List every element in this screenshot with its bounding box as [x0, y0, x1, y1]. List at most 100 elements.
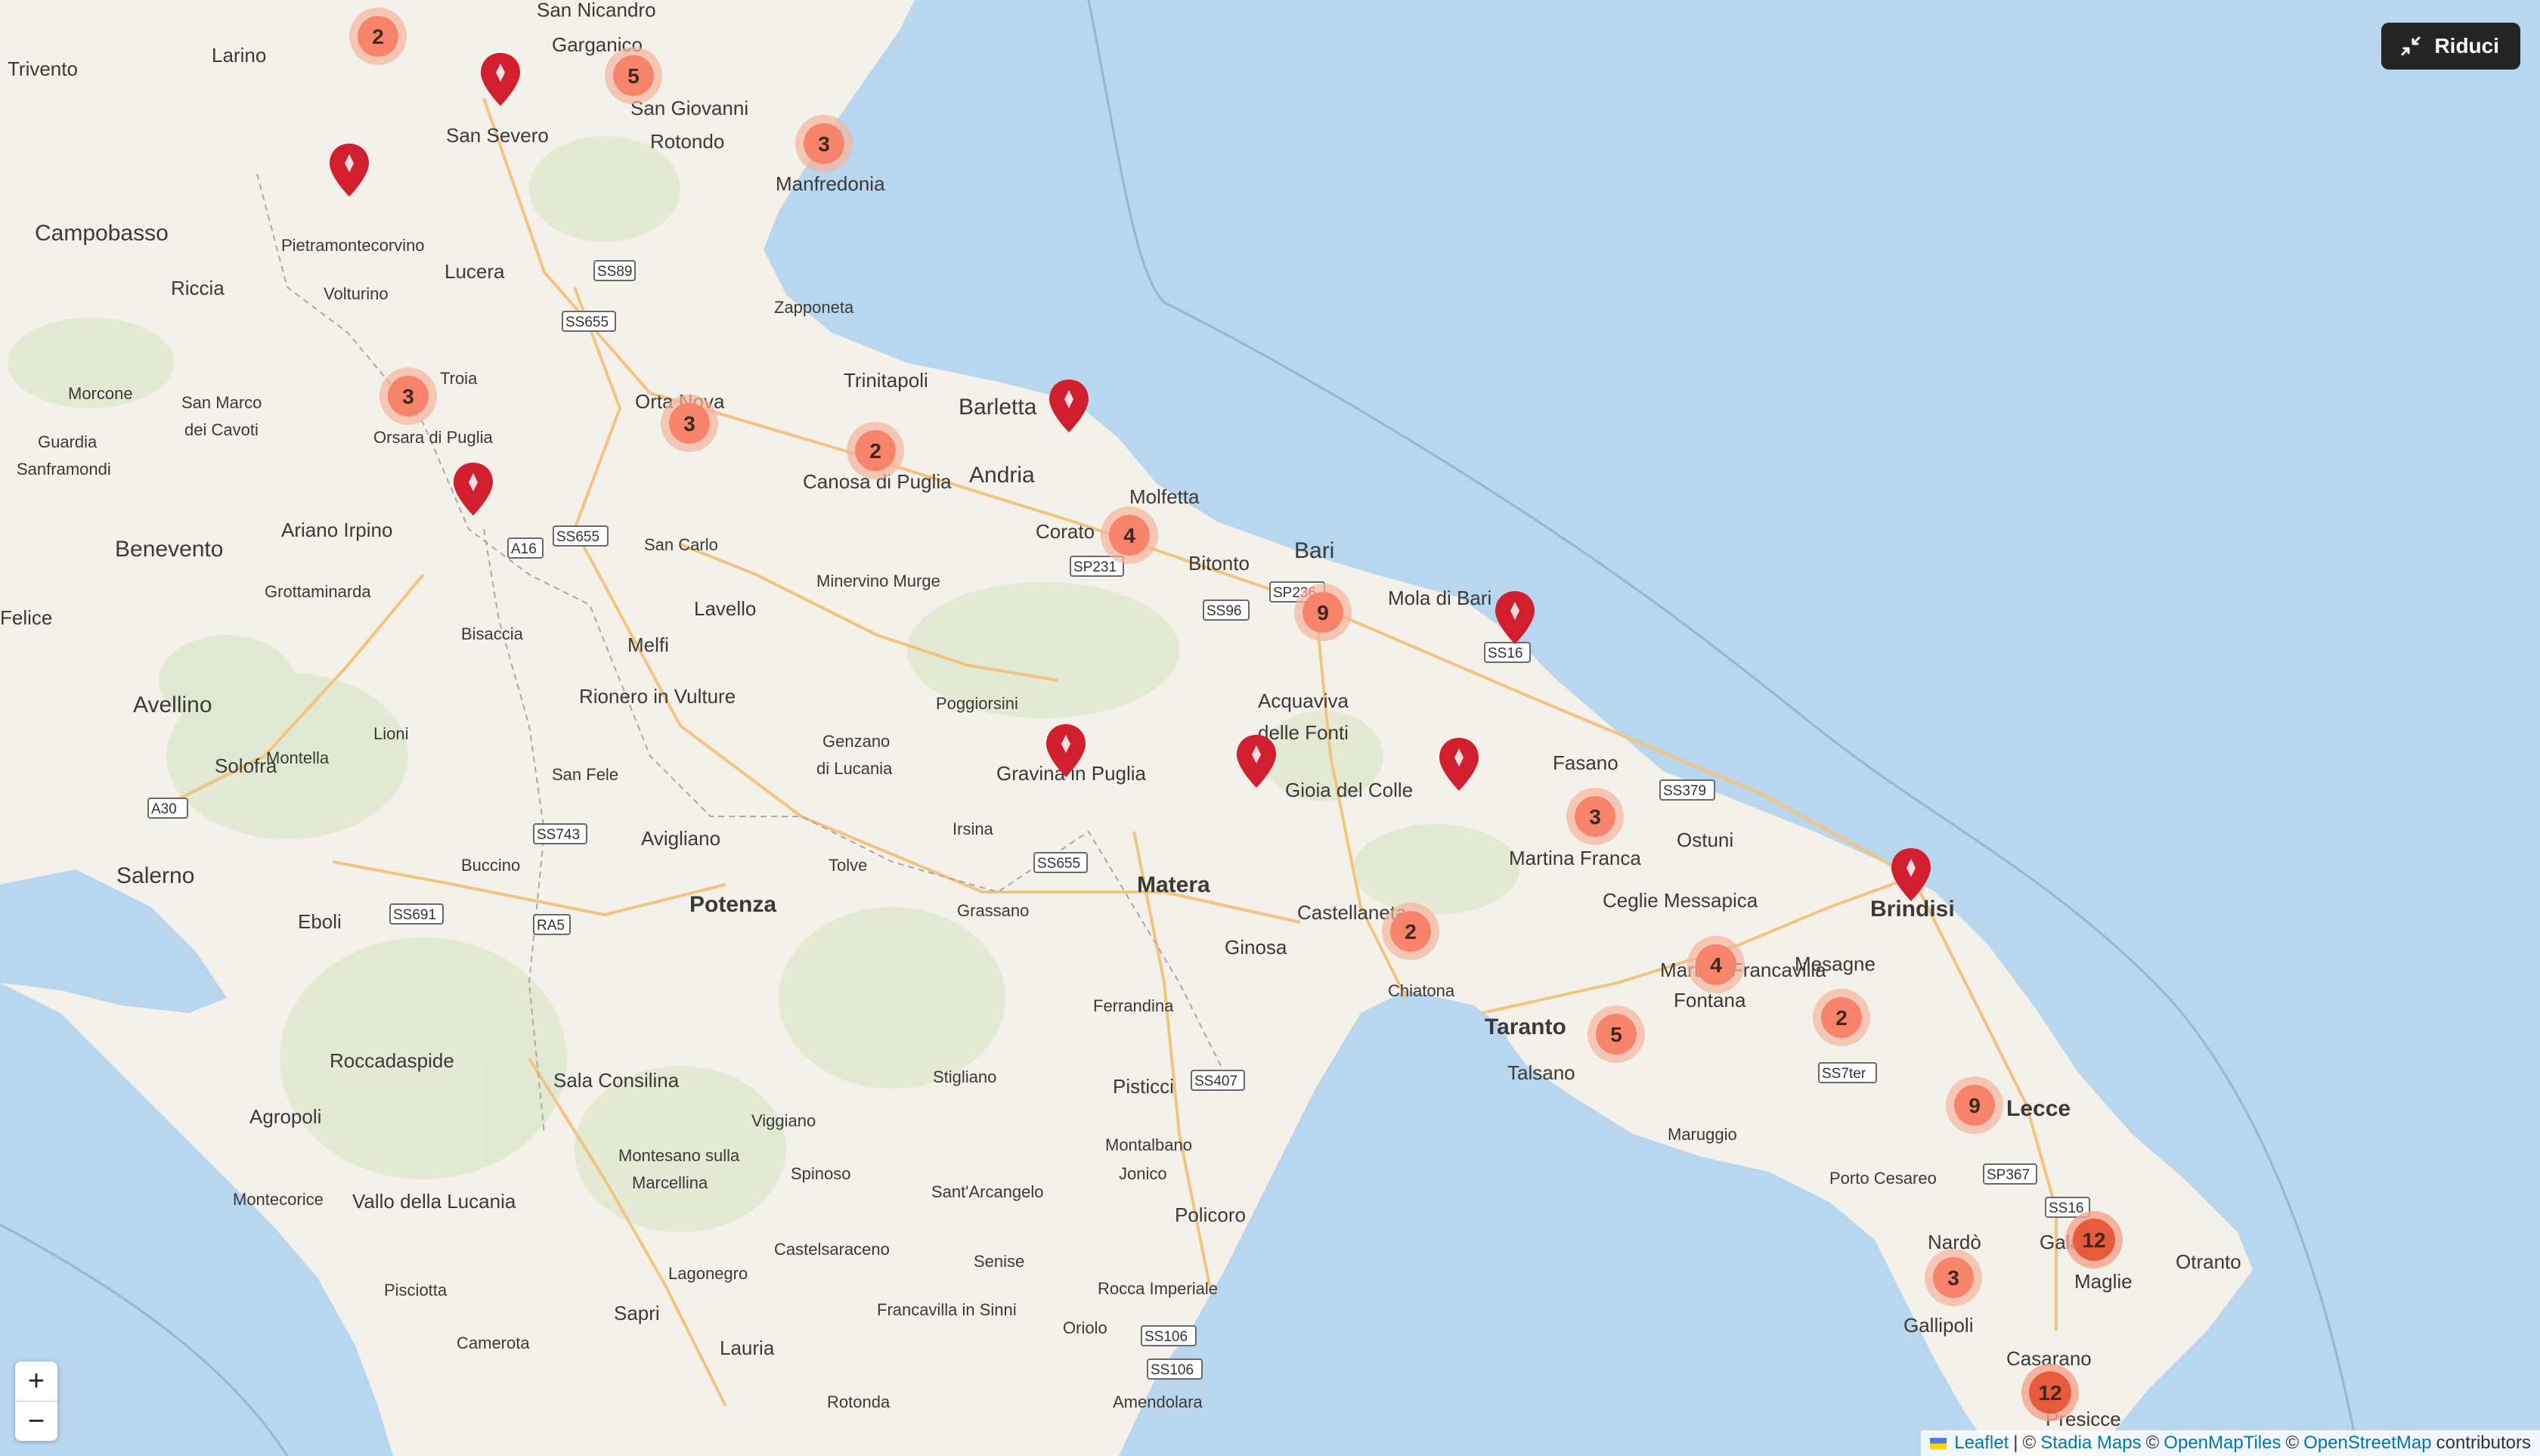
place-label: Eboli	[298, 910, 342, 933]
place-label: Taranto	[1485, 1015, 1566, 1039]
place-label: Montecorice	[233, 1190, 324, 1209]
svg-text:3: 3	[818, 132, 830, 156]
place-label: Bari	[1294, 538, 1334, 563]
cluster-marker[interactable]: 3	[661, 395, 718, 452]
cluster-marker[interactable]: 2	[349, 8, 407, 65]
svg-text:3: 3	[1947, 1266, 1959, 1290]
place-label: Larino	[212, 44, 266, 67]
collapse-map-button[interactable]: Riduci	[2381, 23, 2520, 70]
place-label: Montella	[266, 748, 330, 767]
cluster-marker[interactable]: 12	[2021, 1364, 2079, 1421]
place-label: Viggiano	[751, 1111, 816, 1130]
cluster-marker[interactable]: 2	[1813, 989, 1870, 1046]
place-label: Ariano Irpino	[281, 519, 392, 541]
svg-text:5: 5	[1610, 1023, 1622, 1046]
svg-text:9: 9	[1317, 601, 1329, 624]
place-label: delle Fonti	[1258, 721, 1349, 744]
road-shield: SS379	[1659, 779, 1715, 801]
place-label: Camerota	[457, 1334, 530, 1352]
openmaptiles-link[interactable]: OpenMapTiles	[2164, 1433, 2281, 1454]
place-label: Sanframondi	[17, 460, 111, 479]
leaflet-link[interactable]: Leaflet	[1954, 1433, 2009, 1454]
cluster-marker[interactable]: 4	[1687, 936, 1745, 993]
svg-text:RA5: RA5	[537, 918, 565, 934]
place-label: Volturino	[324, 284, 389, 303]
place-label: Maruggio	[1668, 1125, 1737, 1144]
place-label: Vallo della Lucania	[352, 1190, 516, 1213]
cluster-marker[interactable]: 3	[795, 115, 853, 172]
attrib-separator: |	[2013, 1433, 2018, 1453]
svg-text:SS407: SS407	[1194, 1073, 1237, 1089]
cluster-marker[interactable]: 9	[1946, 1077, 2003, 1134]
place-label: Oriolo	[1063, 1318, 1107, 1337]
svg-text:A30: A30	[151, 801, 177, 817]
place-label: Jonico	[1119, 1164, 1167, 1183]
svg-text:A16: A16	[511, 541, 537, 557]
place-label: Grottaminarda	[265, 582, 371, 601]
road-shield: RA5	[533, 914, 571, 935]
stadia-link[interactable]: Stadia Maps	[2040, 1433, 2141, 1454]
svg-text:SS106: SS106	[1145, 1329, 1188, 1345]
cluster-marker[interactable]: 4	[1101, 507, 1158, 564]
cluster-marker[interactable]: 2	[847, 422, 904, 479]
place-label: Orsara di Puglia	[373, 428, 494, 447]
place-label: Acquaviva	[1258, 689, 1349, 712]
place-label: San Severo	[446, 124, 549, 147]
place-label: Morcone	[68, 384, 133, 403]
place-label: Marcellina	[632, 1173, 708, 1192]
cluster-marker[interactable]: 3	[1925, 1249, 1982, 1306]
collapse-label: Riduci	[2434, 34, 2499, 57]
svg-text:SS16: SS16	[1488, 646, 1522, 661]
attrib-copy: ©	[2285, 1433, 2300, 1453]
place-label: Rotondo	[650, 130, 724, 153]
cluster-marker[interactable]: 12	[2065, 1211, 2123, 1269]
svg-text:SP231: SP231	[1073, 559, 1117, 575]
cluster-marker[interactable]: 2	[1382, 903, 1439, 960]
svg-text:SS655: SS655	[565, 314, 609, 330]
place-label: Buccino	[461, 856, 520, 875]
road-shield: SP367	[1983, 1163, 2037, 1185]
place-label: Manfredonia	[776, 172, 885, 195]
place-label: Mesagne	[1795, 953, 1876, 975]
cluster-marker[interactable]: 5	[605, 47, 662, 104]
place-label: Benevento	[115, 537, 223, 562]
svg-text:2: 2	[869, 439, 881, 463]
road-shield: A30	[147, 798, 188, 819]
place-label: Poggiorsini	[936, 694, 1018, 713]
place-label: Riccia	[171, 277, 225, 299]
place-label: Campobasso	[35, 221, 169, 246]
place-label: Trivento	[8, 57, 78, 80]
cluster-marker[interactable]: 3	[1566, 788, 1624, 845]
place-label: Corato	[1036, 520, 1095, 543]
place-label: Felice	[0, 606, 52, 629]
cluster-marker[interactable]: 9	[1294, 584, 1352, 641]
road-shield: SS691	[389, 903, 444, 925]
cluster-marker[interactable]: 5	[1588, 1005, 1645, 1063]
cluster-marker[interactable]: 3	[379, 367, 437, 425]
attrib-copy: ©	[2145, 1433, 2160, 1453]
place-label: Montalbano	[1105, 1135, 1192, 1154]
svg-text:SS16: SS16	[2049, 1200, 2083, 1216]
place-label: Bitonto	[1188, 552, 1250, 575]
ukraine-flag-icon	[1930, 1437, 1947, 1449]
place-label: Troia	[440, 369, 478, 388]
zoom-in-button[interactable]: +	[15, 1362, 57, 1401]
collapse-icon	[2401, 36, 2421, 56]
road-shield: SS96	[1203, 599, 1250, 621]
place-label: Andria	[969, 463, 1035, 488]
osm-link[interactable]: OpenStreetMap	[2303, 1433, 2431, 1454]
road-shield: SS106	[1147, 1358, 1203, 1380]
place-label: Lucera	[444, 260, 505, 283]
zoom-control: + −	[15, 1362, 57, 1441]
place-label: di Lucania	[816, 759, 893, 778]
place-label: Rocca Imperiale	[1098, 1279, 1218, 1298]
svg-text:SS7ter: SS7ter	[1822, 1066, 1866, 1082]
place-label: Sant'Arcangelo	[931, 1182, 1044, 1201]
zoom-out-button[interactable]: −	[15, 1401, 57, 1441]
place-label: Ferrandina	[1093, 996, 1174, 1015]
place-label: Castelsaraceno	[774, 1240, 890, 1259]
place-label: Potenza	[689, 892, 776, 917]
map-canvas[interactable]: Larino San Nicandro Garganico Trivento S…	[0, 0, 2540, 1456]
place-label: Avellino	[133, 692, 212, 717]
place-label: Ostuni	[1677, 829, 1733, 851]
